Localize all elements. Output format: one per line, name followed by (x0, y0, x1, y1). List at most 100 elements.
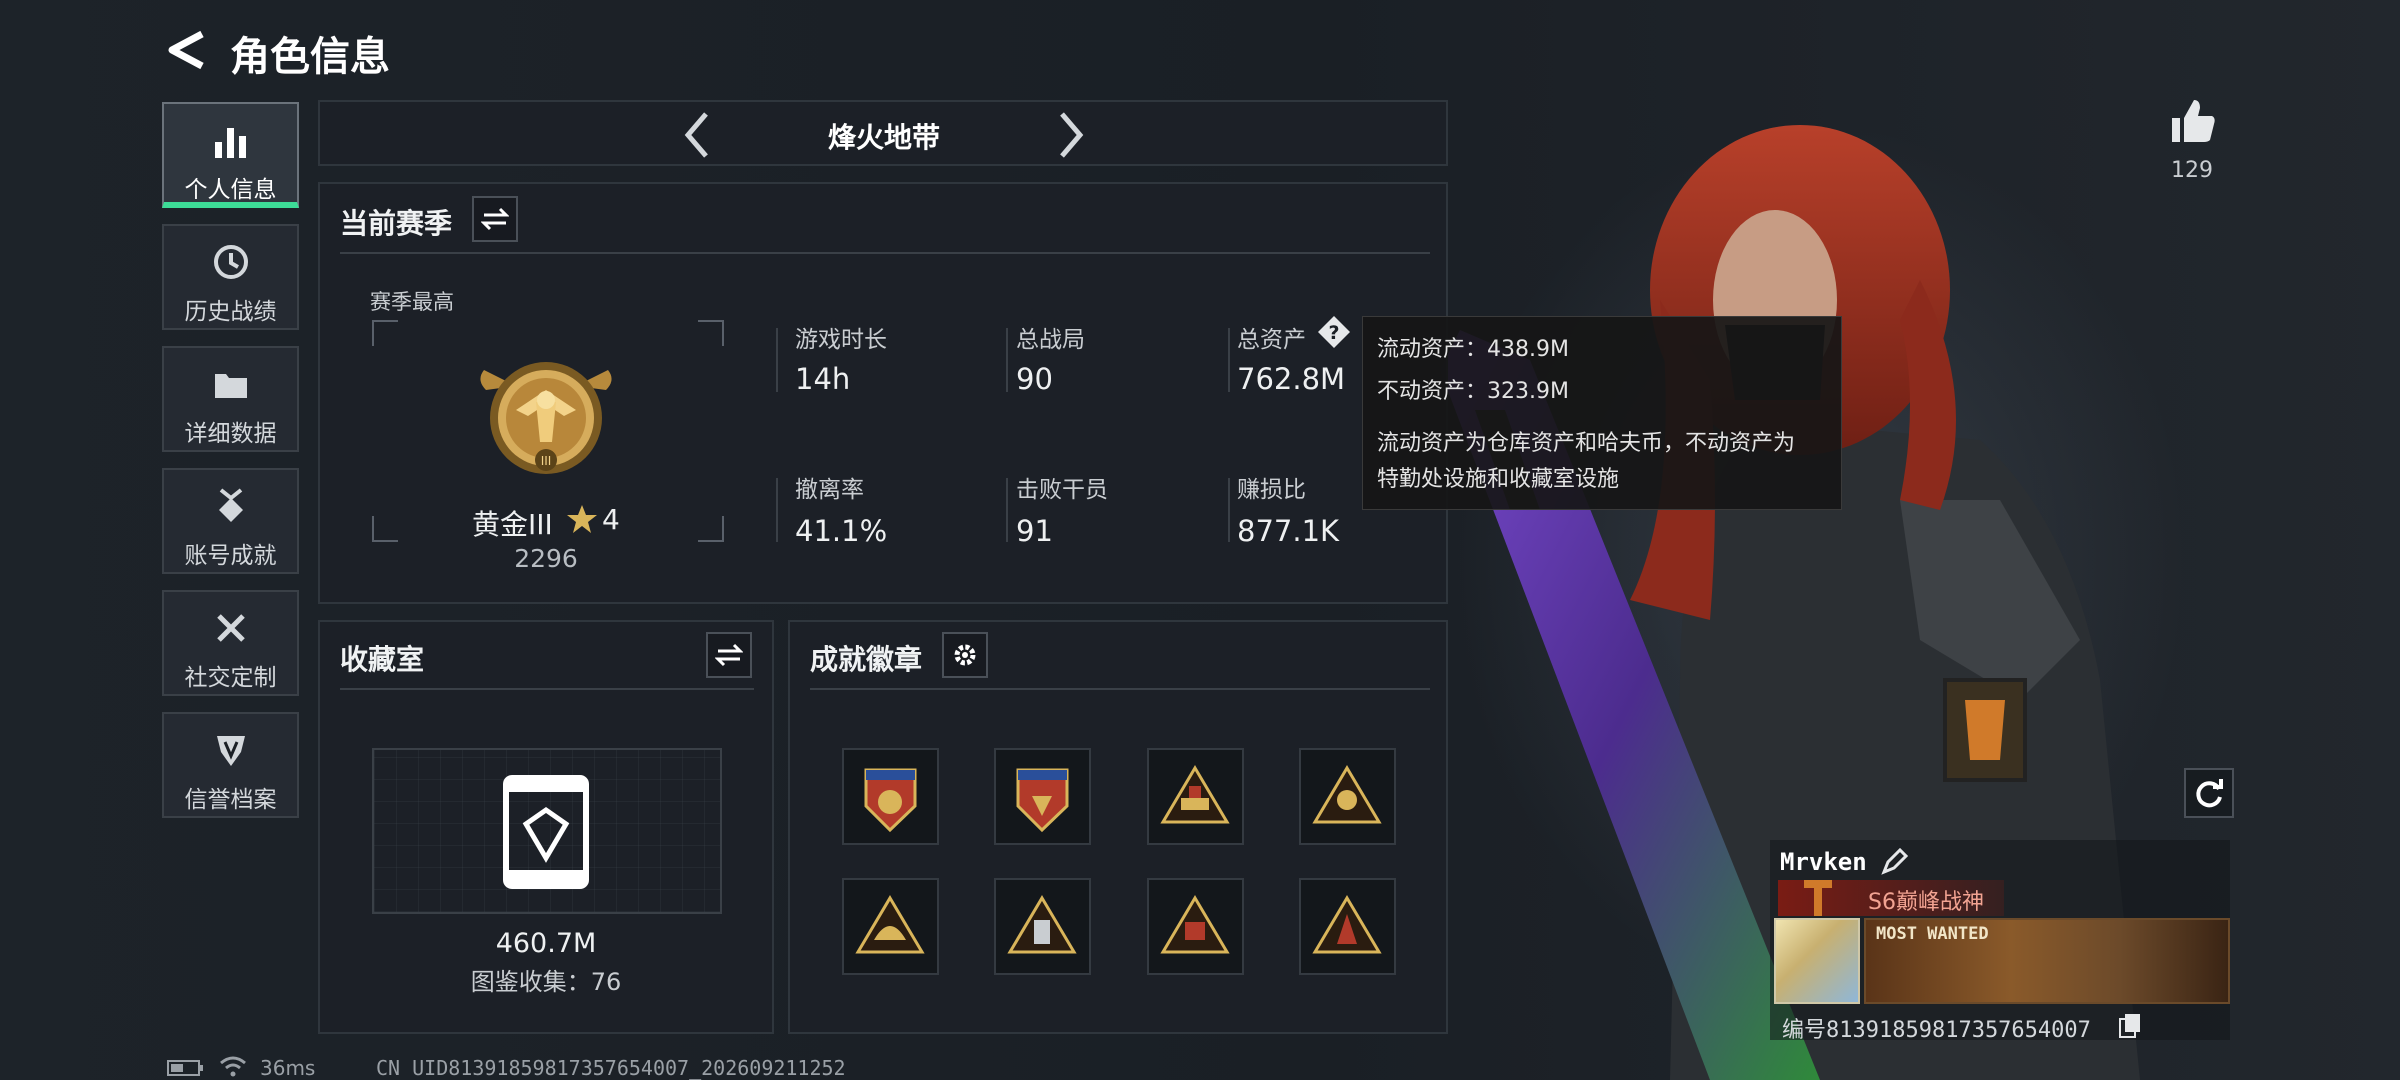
stat-divider (1006, 328, 1008, 392)
help-icon[interactable]: ? (1316, 314, 1352, 350)
title-emblem-icon (1804, 880, 1832, 916)
badge-triangle-icon (1007, 895, 1077, 954)
stat-divider (1228, 328, 1230, 392)
rank-score: 2296 (514, 544, 578, 573)
gear-icon (954, 644, 976, 666)
achievement-badge[interactable] (842, 878, 939, 975)
season-title: 当前赛季 (340, 207, 453, 240)
player-title: S6巅峰战神 (1868, 890, 1984, 915)
sidebar-item-label: 社交定制 (184, 665, 277, 691)
achievements-divider (810, 688, 1430, 690)
stat-value: 14h (795, 362, 851, 396)
sidebar-item-reputation[interactable]: 信誉档案 (162, 712, 299, 818)
vault-icon (503, 775, 589, 889)
badge-triangle-icon (855, 895, 925, 954)
banner-text: MOST WANTED (1876, 924, 1989, 944)
next-mode-arrow-icon[interactable] (1054, 110, 1088, 160)
tooltip-liquid-assets: 流动资产：438.9M (1377, 337, 1569, 362)
svg-text:III: III (541, 454, 552, 468)
achievements-settings-button[interactable] (942, 632, 988, 678)
stat-label: 总战局 (1016, 327, 1085, 353)
copy-icon[interactable] (2118, 1012, 2142, 1038)
stat-value: 41.1% (795, 514, 888, 548)
sidebar-item-label: 详细数据 (184, 421, 277, 447)
stat-divider (776, 328, 778, 392)
sidebar-item-detail-data[interactable]: 详细数据 (162, 346, 299, 452)
stat-value: 90 (1016, 362, 1053, 396)
rank-stars: 4 (602, 503, 620, 536)
collection-divider (340, 688, 754, 690)
stat-label: 赚损比 (1237, 477, 1306, 503)
edit-pencil-icon[interactable] (1880, 848, 1908, 876)
collection-value: 460.7M (495, 928, 597, 959)
collection-title: 收藏室 (340, 643, 425, 676)
achievement-badge[interactable] (994, 878, 1091, 975)
folder-icon (214, 374, 247, 398)
player-avatar[interactable] (1774, 918, 1860, 1004)
star-icon (567, 505, 597, 533)
stat-divider (1006, 478, 1008, 542)
badge-triangle-icon (1312, 765, 1382, 824)
ping-text: 36ms (260, 1056, 316, 1080)
achievement-badge[interactable] (1299, 748, 1396, 845)
uid-text: CN UID81391859817357654007_202609211252 (376, 1056, 846, 1080)
tooltip-fixed-assets: 不动资产：323.9M (1377, 379, 1569, 404)
badge-triangle-icon (1312, 895, 1382, 954)
stat-value: 762.8M (1237, 362, 1346, 396)
swap-icon (715, 643, 743, 667)
sidebar-item-label: 信誉档案 (184, 787, 277, 813)
season-divider (340, 252, 1430, 254)
page-title: 角色信息 (230, 34, 390, 80)
achievement-badge[interactable] (1147, 748, 1244, 845)
frame-corner (372, 320, 398, 346)
stat-label: 游戏时长 (795, 327, 887, 353)
sidebar-item-label: 个人信息 (184, 177, 277, 203)
player-id: 编号81391859817357654007 (1782, 1018, 2091, 1043)
rank-emblem-icon: III (480, 362, 612, 474)
rank-name: 黄金III (472, 508, 553, 541)
badge-triangle-icon (1160, 895, 1230, 954)
likes-count: 129 (2171, 158, 2213, 183)
swap-icon (481, 207, 509, 231)
badge-shield-red-icon (1016, 768, 1069, 833)
achievement-badge[interactable] (1147, 878, 1244, 975)
wifi-icon (220, 1056, 246, 1077)
tools-icon (216, 614, 245, 642)
badge-shield-blue-icon (864, 768, 917, 833)
stat-value: 877.1K (1237, 514, 1340, 548)
refresh-icon (2196, 779, 2223, 808)
stat-value: 91 (1016, 514, 1053, 548)
svg-text:?: ? (1328, 322, 1339, 344)
season-best-label: 赛季最高 (370, 290, 454, 314)
battery-icon (167, 1060, 203, 1076)
season-switch-button[interactable] (472, 196, 518, 242)
mode-label: 烽火地带 (827, 121, 940, 154)
player-name: Mrvken (1780, 848, 1867, 876)
clock-icon (213, 245, 248, 279)
collection-count: 图鉴收集：76 (470, 968, 622, 996)
prev-mode-arrow-icon[interactable] (680, 110, 714, 160)
refresh-button[interactable] (2184, 768, 2234, 818)
stat-label: 撤离率 (795, 477, 864, 503)
sidebar-item-history[interactable]: 历史战绩 (162, 224, 299, 330)
achievement-badge[interactable] (994, 748, 1091, 845)
back-arrow-icon[interactable] (164, 28, 208, 72)
collection-switch-button[interactable] (706, 632, 752, 678)
stat-label: 击败干员 (1016, 477, 1108, 503)
achievement-badge[interactable] (842, 748, 939, 845)
sidebar-item-personal-info[interactable]: 个人信息 (162, 102, 299, 208)
frame-corner (698, 516, 724, 542)
sidebar-item-social-custom[interactable]: 社交定制 (162, 590, 299, 696)
stat-label: 总资产 (1237, 327, 1306, 353)
stat-divider (1228, 478, 1230, 542)
achievement-badge[interactable] (1299, 878, 1396, 975)
sidebar-item-label: 历史战绩 (184, 299, 277, 325)
thumbs-up-icon[interactable] (2168, 96, 2218, 146)
tooltip-description: 流动资产为仓库资产和哈夫币，不动资产为 (1377, 431, 1796, 456)
shield-icon (216, 736, 245, 766)
sidebar-item-account-achievements[interactable]: 账号成就 (162, 468, 299, 574)
medal-icon (218, 488, 243, 522)
frame-corner (372, 516, 398, 542)
tooltip-description: 特勤处设施和收藏室设施 (1377, 467, 1620, 492)
bar-chart-icon (214, 128, 246, 158)
